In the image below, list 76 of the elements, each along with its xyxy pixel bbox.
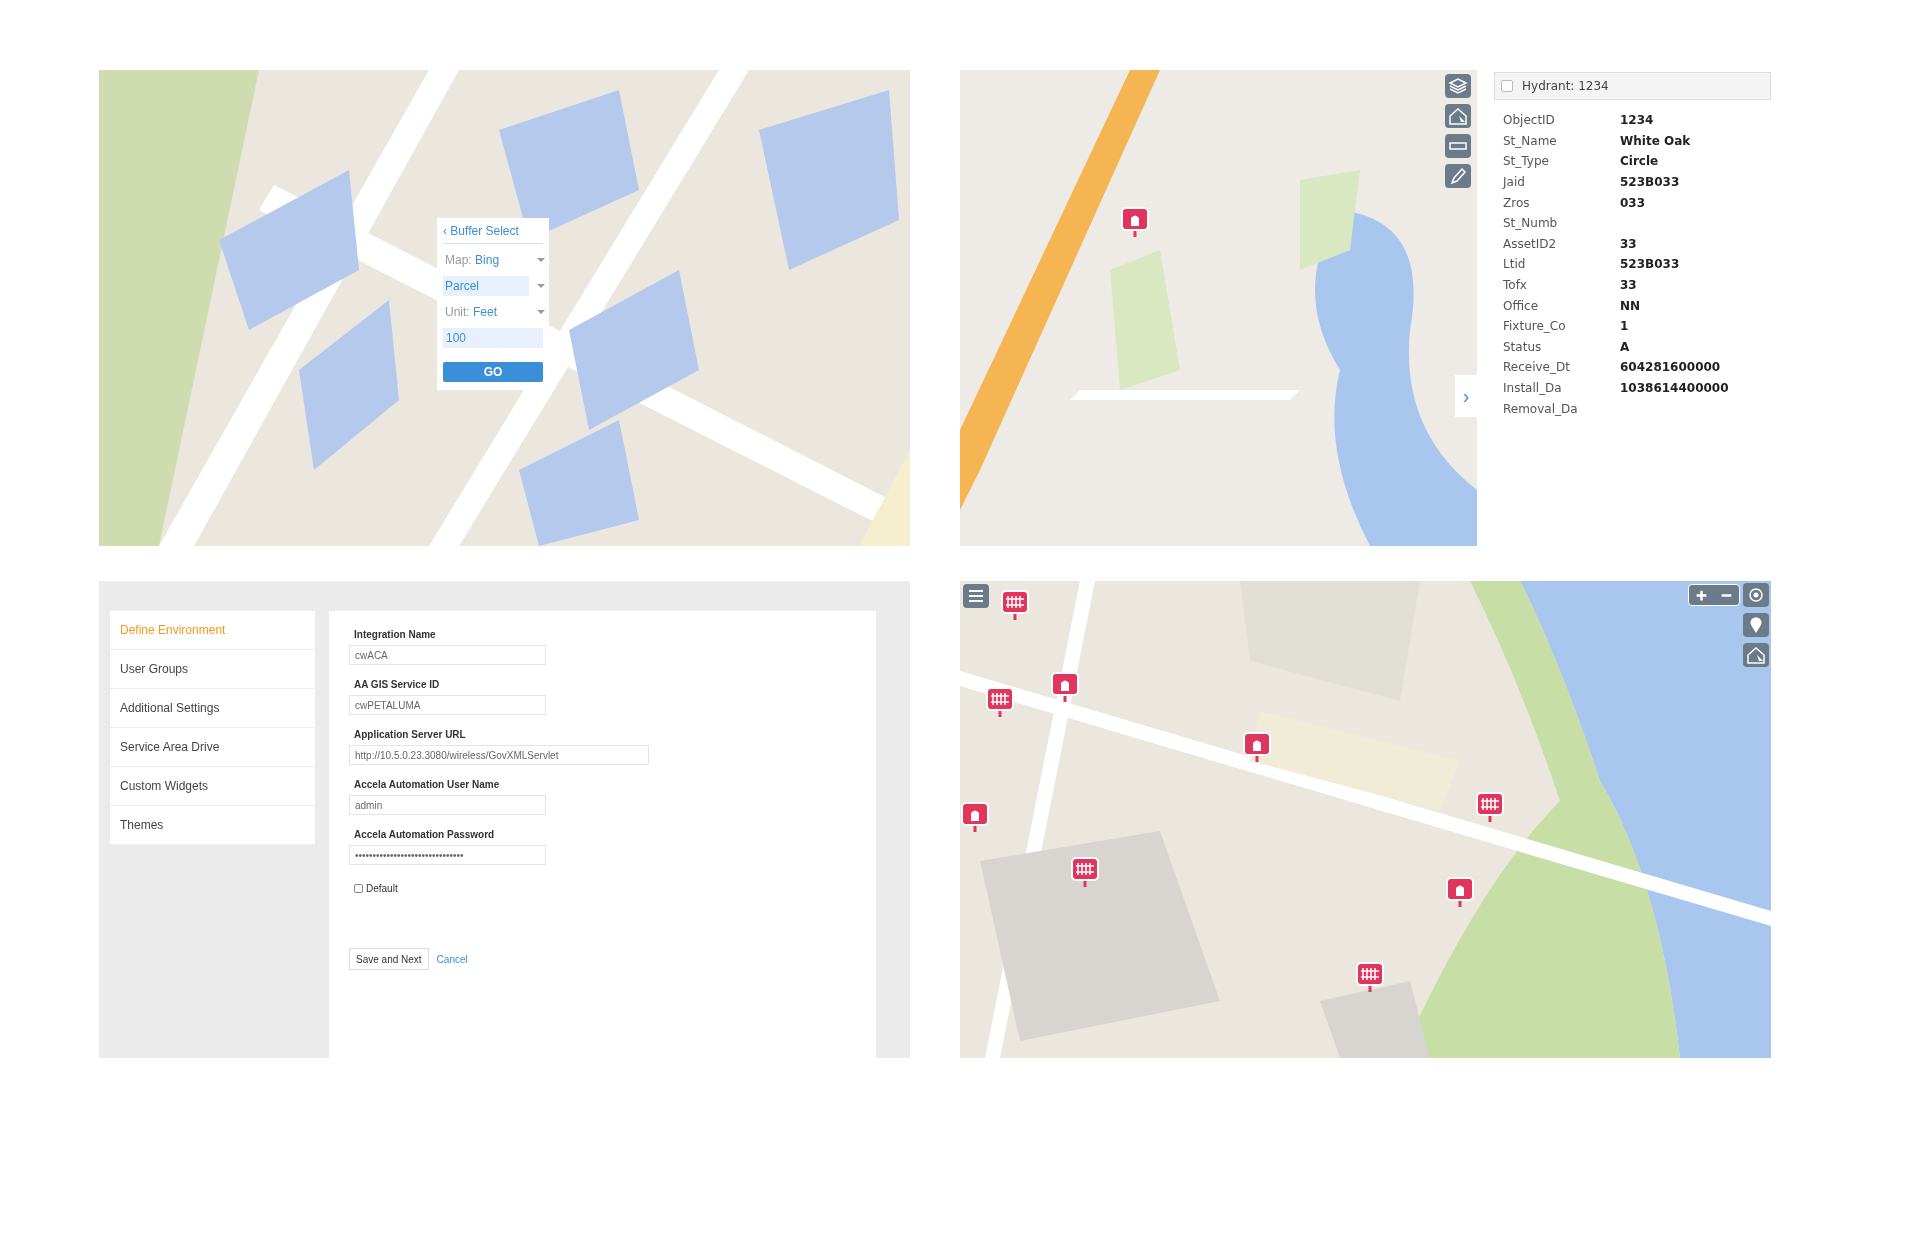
zoom-in-icon[interactable] bbox=[1695, 588, 1708, 602]
nav-item[interactable]: Themes bbox=[110, 806, 315, 845]
menu-icon[interactable] bbox=[963, 584, 989, 608]
fence-marker-icon[interactable] bbox=[1475, 791, 1505, 825]
feature-checkbox[interactable] bbox=[1501, 80, 1513, 92]
attribute-value: 1 bbox=[1620, 319, 1629, 334]
attribute-name: Office bbox=[1503, 298, 1540, 313]
back-link[interactable]: ‹ Buffer Select bbox=[443, 224, 543, 244]
map-dropdown[interactable]: Map: Bing bbox=[443, 250, 543, 270]
hydrant-marker-icon[interactable] bbox=[1050, 671, 1080, 705]
hydrant-marker-icon[interactable] bbox=[960, 801, 990, 835]
attribute-value: 604281600000 bbox=[1620, 360, 1721, 375]
expand-button[interactable]: › bbox=[1455, 375, 1477, 417]
field-label: Integration Name bbox=[353, 629, 437, 640]
attribute-name: Receive_Dt bbox=[1503, 360, 1571, 375]
attribute-name: Status bbox=[1503, 339, 1543, 354]
attribute-name: St_Type bbox=[1503, 154, 1550, 169]
attribute-name: AssetID2 bbox=[1503, 236, 1558, 251]
input-field[interactable]: ••••••••••••••••••••••••••••••• bbox=[349, 845, 546, 865]
layer-dropdown[interactable]: Parcel bbox=[443, 276, 543, 296]
attribute-name: St_Name bbox=[1503, 133, 1558, 148]
attribute-value: A bbox=[1620, 339, 1630, 354]
unit-dropdown[interactable]: Unit: Feet bbox=[443, 302, 543, 322]
attribute-value: 033 bbox=[1620, 195, 1646, 210]
cancel-link[interactable]: Cancel bbox=[436, 953, 468, 965]
field-label: Accela Automation User Name bbox=[353, 779, 501, 790]
distance-field[interactable]: 100 bbox=[443, 328, 543, 348]
attribute-name: Fixture_Co bbox=[1503, 319, 1567, 334]
hydrant-marker-icon[interactable] bbox=[1120, 206, 1150, 240]
attribute-name: St_Numb bbox=[1503, 216, 1559, 231]
save-and-next-button[interactable]: Save and Next bbox=[349, 948, 429, 970]
attribute-value: 1038614400000 bbox=[1620, 381, 1729, 395]
attribute-name: Tofx bbox=[1503, 278, 1528, 293]
zoom-control[interactable] bbox=[1688, 584, 1740, 606]
field-label: AA GIS Service ID bbox=[353, 679, 441, 690]
attribute-value: Circle bbox=[1620, 154, 1659, 169]
home-select-icon[interactable] bbox=[1743, 643, 1769, 667]
input-field[interactable]: cwPETALUMA bbox=[349, 695, 546, 715]
attribute-name: ObjectID bbox=[1503, 113, 1556, 128]
attribute-value: 523B033 bbox=[1620, 257, 1680, 272]
pin-icon[interactable] bbox=[1743, 613, 1769, 637]
home-select-icon[interactable] bbox=[1445, 104, 1471, 128]
field-label: Accela Automation Password bbox=[353, 829, 496, 840]
go-button[interactable]: GO bbox=[443, 362, 543, 382]
layers-icon[interactable] bbox=[1445, 74, 1471, 98]
attribute-value: NN bbox=[1620, 298, 1641, 313]
field-label: Application Server URL bbox=[353, 729, 467, 740]
attribute-name: Zros bbox=[1503, 195, 1531, 210]
attribute-value: 523B033 bbox=[1620, 175, 1680, 190]
fence-marker-icon[interactable] bbox=[1000, 589, 1030, 623]
nav-item[interactable]: User Groups bbox=[110, 650, 315, 689]
pencil-icon[interactable] bbox=[1445, 164, 1471, 188]
default-checkbox[interactable] bbox=[354, 884, 363, 893]
attribute-value: 1234 bbox=[1620, 113, 1654, 128]
hydrant-marker-icon[interactable] bbox=[1445, 876, 1475, 910]
nav-item[interactable]: Service Area Drive bbox=[110, 728, 315, 767]
ruler-icon[interactable] bbox=[1445, 134, 1471, 158]
attribute-name: Ltid bbox=[1503, 257, 1527, 272]
attribute-name: Removal_Da bbox=[1503, 401, 1579, 416]
attribute-name: Install_Da bbox=[1503, 381, 1563, 395]
hydrant-marker-icon[interactable] bbox=[1242, 731, 1272, 765]
fence-marker-icon[interactable] bbox=[985, 686, 1015, 720]
attribute-value: 33 bbox=[1620, 236, 1637, 251]
fence-marker-icon[interactable] bbox=[1070, 856, 1100, 890]
input-field[interactable]: admin bbox=[349, 795, 546, 815]
nav-item[interactable]: Additional Settings bbox=[110, 689, 315, 728]
input-field[interactable]: http://10.5.0.23.3080/wireless/GovXMLServlet bbox=[349, 745, 649, 765]
input-field[interactable]: cwACA bbox=[349, 645, 546, 665]
checkbox-label: Default bbox=[366, 883, 398, 894]
attribute-name: Jaid bbox=[1503, 175, 1526, 190]
feature-title: Hydrant: 1234 bbox=[1522, 79, 1609, 93]
nav-item[interactable]: Custom Widgets bbox=[110, 767, 315, 806]
locate-icon[interactable] bbox=[1743, 583, 1769, 607]
attribute-value: White Oak bbox=[1620, 133, 1691, 148]
attribute-value: 33 bbox=[1620, 278, 1637, 293]
fence-marker-icon[interactable] bbox=[1355, 961, 1385, 995]
